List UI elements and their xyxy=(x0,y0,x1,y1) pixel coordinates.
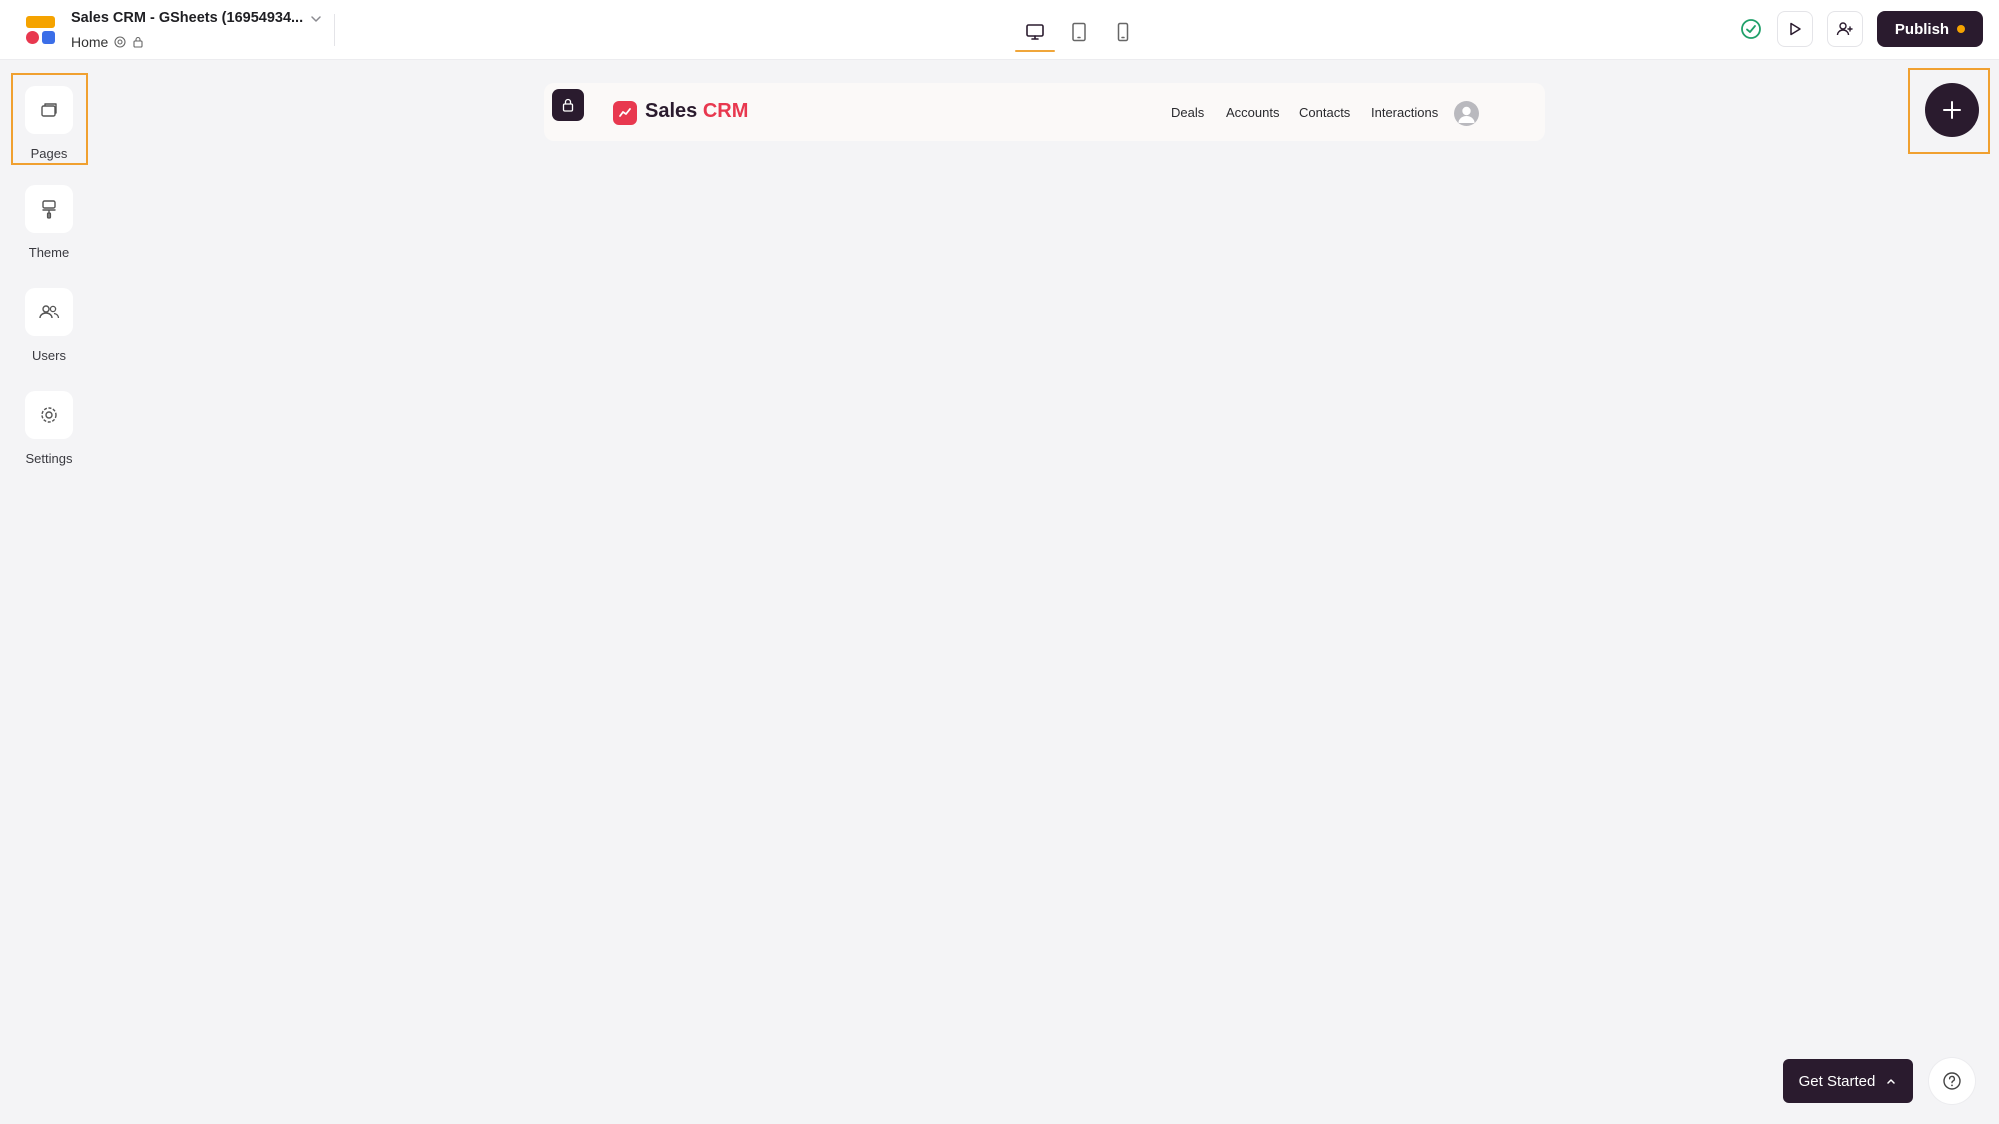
question-circle-icon xyxy=(1943,1072,1961,1090)
lock-icon xyxy=(133,36,143,48)
users-icon xyxy=(39,305,60,319)
app-title[interactable]: Sales CRM - GSheets (16954934... xyxy=(71,10,303,26)
sidebar-item-label: Users xyxy=(32,348,66,363)
avatar[interactable] xyxy=(1454,101,1479,126)
brand-logo xyxy=(613,101,637,125)
mobile-view-button[interactable] xyxy=(1103,14,1143,50)
sidebar-item-users[interactable]: Users xyxy=(14,288,84,363)
mobile-icon xyxy=(1117,22,1129,42)
breadcrumb: Home xyxy=(71,34,144,50)
user-icon xyxy=(1458,106,1475,123)
lock-header-button[interactable] xyxy=(552,89,584,121)
brand-name: Sales CRM xyxy=(645,100,748,123)
sidebar-item-label: Settings xyxy=(25,451,73,466)
settings-tile xyxy=(25,391,73,439)
preview-button[interactable] xyxy=(1777,11,1813,47)
paint-roller-icon xyxy=(42,200,56,219)
divider xyxy=(334,14,335,46)
app-logo[interactable] xyxy=(26,16,56,44)
play-icon xyxy=(1790,22,1801,36)
gear-icon xyxy=(41,407,57,423)
gear-icon[interactable] xyxy=(113,35,127,49)
pages-highlight-box xyxy=(11,73,88,165)
tablet-icon xyxy=(1072,22,1086,42)
brand-accent: CRM xyxy=(702,100,749,122)
breadcrumb-page[interactable]: Home xyxy=(71,34,108,50)
sidebar-item-settings[interactable]: Settings xyxy=(14,391,84,466)
lock-icon xyxy=(562,98,574,112)
nav-link-deals[interactable]: Deals xyxy=(1171,105,1204,120)
sidebar-item-label: Theme xyxy=(28,245,70,260)
sidebar-item-theme[interactable]: Theme xyxy=(14,185,84,260)
user-plus-icon xyxy=(1836,22,1853,36)
publish-button[interactable]: Publish xyxy=(1877,11,1983,47)
desktop-icon xyxy=(1026,24,1044,40)
theme-tile xyxy=(25,185,73,233)
desktop-view-button[interactable] xyxy=(1015,14,1055,52)
trend-icon xyxy=(619,108,631,117)
publish-label: Publish xyxy=(1894,20,1950,38)
nav-link-accounts[interactable]: Accounts xyxy=(1226,105,1279,120)
unpublished-indicator xyxy=(1957,25,1966,33)
get-started-label: Get Started xyxy=(1798,1072,1876,1090)
nav-link-interactions[interactable]: Interactions xyxy=(1371,105,1438,120)
chevron-down-icon[interactable] xyxy=(307,10,325,28)
brand-primary: Sales xyxy=(645,100,698,122)
get-started-button[interactable]: Get Started xyxy=(1783,1059,1913,1103)
chevron-up-icon xyxy=(1887,1079,1896,1084)
invite-user-button[interactable] xyxy=(1827,11,1863,47)
nav-link-contacts[interactable]: Contacts xyxy=(1299,105,1350,120)
users-tile xyxy=(25,288,73,336)
top-bar: Sales CRM - GSheets (16954934... Home Pu… xyxy=(0,0,1999,60)
check-circle-icon xyxy=(1741,19,1761,39)
help-button[interactable] xyxy=(1929,1058,1975,1104)
add-highlight-box xyxy=(1908,68,1990,154)
tablet-view-button[interactable] xyxy=(1059,14,1099,50)
